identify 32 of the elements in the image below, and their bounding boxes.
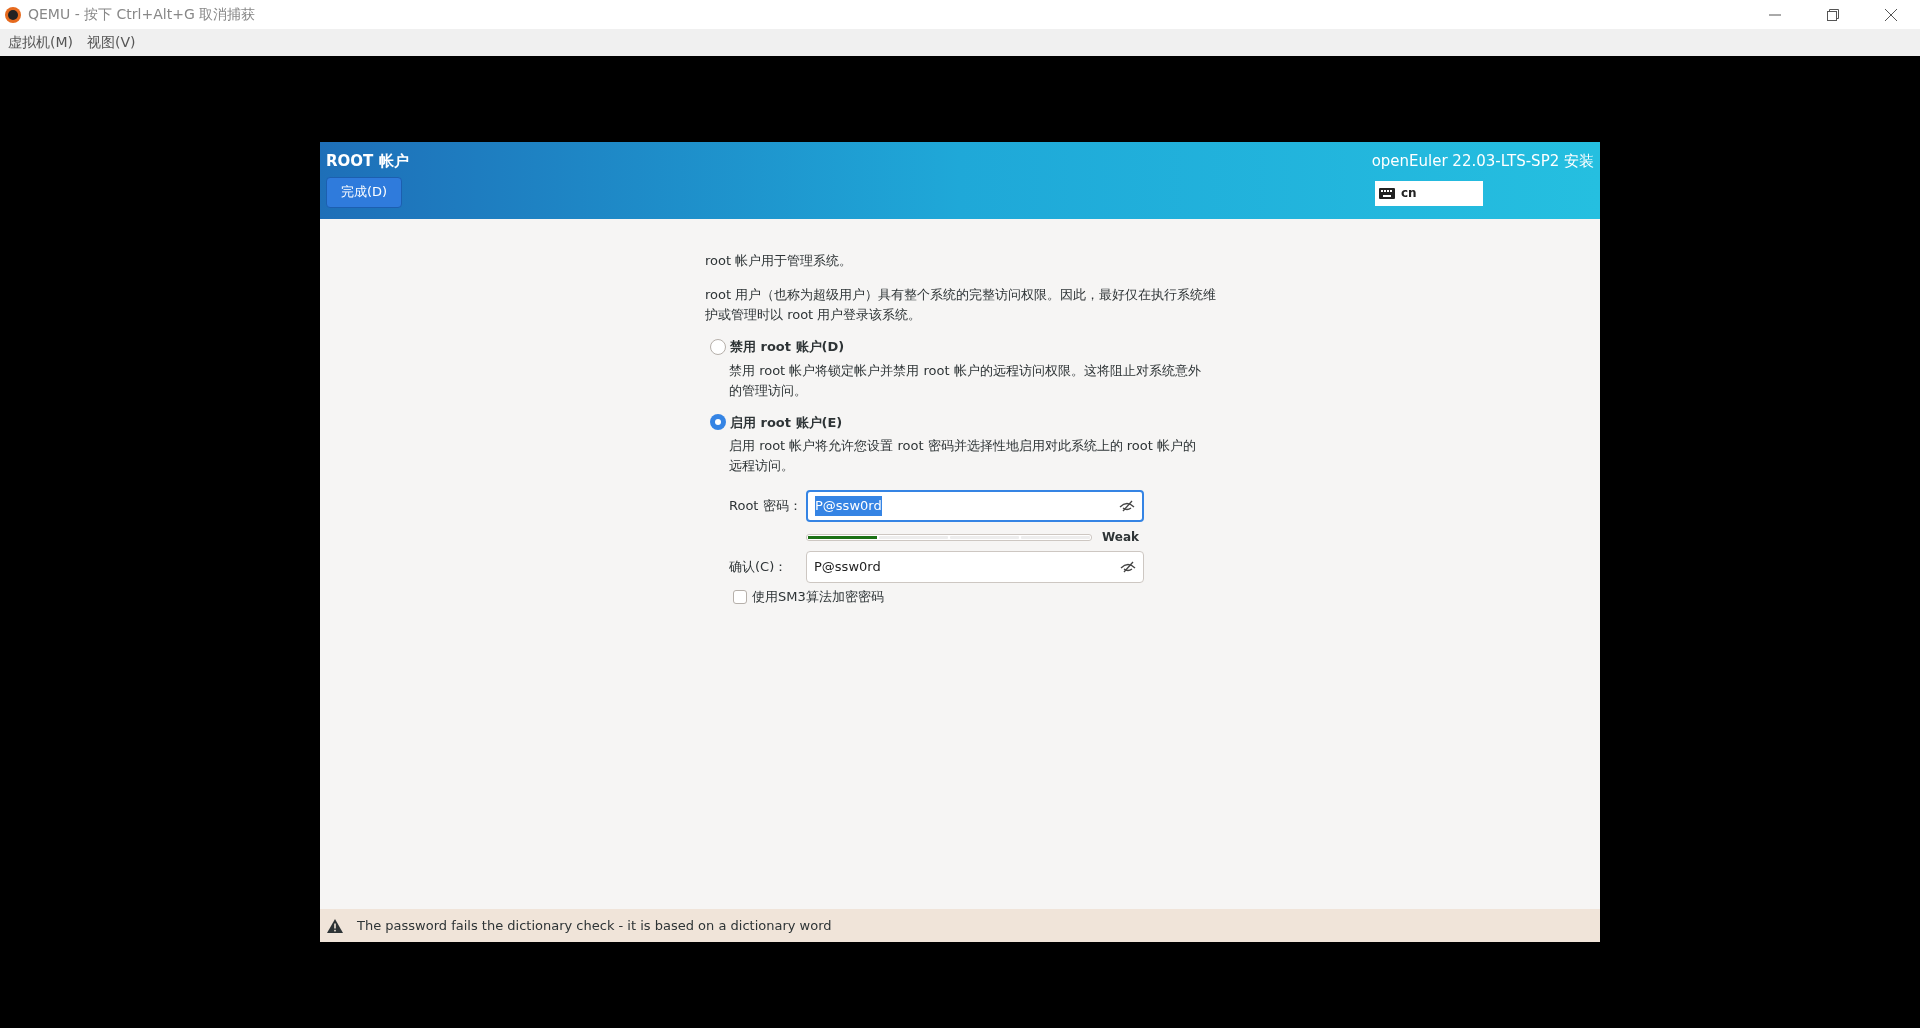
keyboard-layout-indicator[interactable]: cn: [1375, 180, 1483, 206]
hidden-eye-icon[interactable]: [1120, 561, 1136, 573]
minimize-icon: [1769, 13, 1781, 16]
option-description: 启用 root 帐户将允许您设置 root 密码并选择性地启用对此系统上的 root 帐户的远程访问。: [728, 437, 1197, 475]
checkbox[interactable]: [733, 589, 747, 604]
warning-message: The password fails the dictionary check - it is based on a dictionary word: [357, 916, 832, 935]
password-field[interactable]: P@ssw0rd: [806, 490, 1144, 522]
menu-item[interactable]: 视图(V): [87, 32, 136, 53]
field-label: Root 密码：: [729, 497, 803, 516]
strength-reading: Weak: [1102, 529, 1140, 546]
warning-icon: [327, 918, 343, 933]
radio-button[interactable]: [710, 414, 726, 431]
close-icon: [1885, 8, 1897, 21]
radio-label[interactable]: 禁用 root 账户(D): [730, 337, 845, 357]
menu-item[interactable]: 虚拟机(M): [8, 32, 73, 53]
checkbox-label[interactable]: 使用SM3算法加密密码: [752, 587, 884, 607]
description-text: root 帐户用于管理系统。: [705, 252, 854, 270]
radio-button[interactable]: [710, 338, 726, 355]
password-field[interactable]: P@ssw0rd: [806, 551, 1144, 583]
done-button[interactable]: 完成(D): [326, 176, 402, 208]
keyboard-icon: [1379, 187, 1395, 199]
radio-label[interactable]: 启用 root 账户(E): [730, 412, 843, 432]
window-title: QEMU - 按下 Ctrl+Alt+G 取消捕获: [28, 5, 256, 24]
app-logo-icon: [4, 5, 22, 24]
hidden-eye-icon[interactable]: [1119, 500, 1135, 512]
restore-icon: [1827, 8, 1839, 21]
product-title: openEuler 22.03-LTS-SP2 安装: [1371, 151, 1594, 172]
option-description: 禁用 root 帐户将锁定帐户并禁用 root 帐户的远程访问权限。这将阻止对系统意外的管理访问。: [728, 361, 1202, 400]
description-text: root 用户（也称为超级用户）具有整个系统的完整访问权限。因此，最好仅在执行系统维护或管理时以 root 用户登录该系统。: [705, 286, 1218, 324]
keyboard-layout: cn: [1401, 185, 1417, 202]
field-label: 确认(C)：: [729, 558, 789, 577]
page-title: ROOT 帐户: [326, 151, 409, 172]
